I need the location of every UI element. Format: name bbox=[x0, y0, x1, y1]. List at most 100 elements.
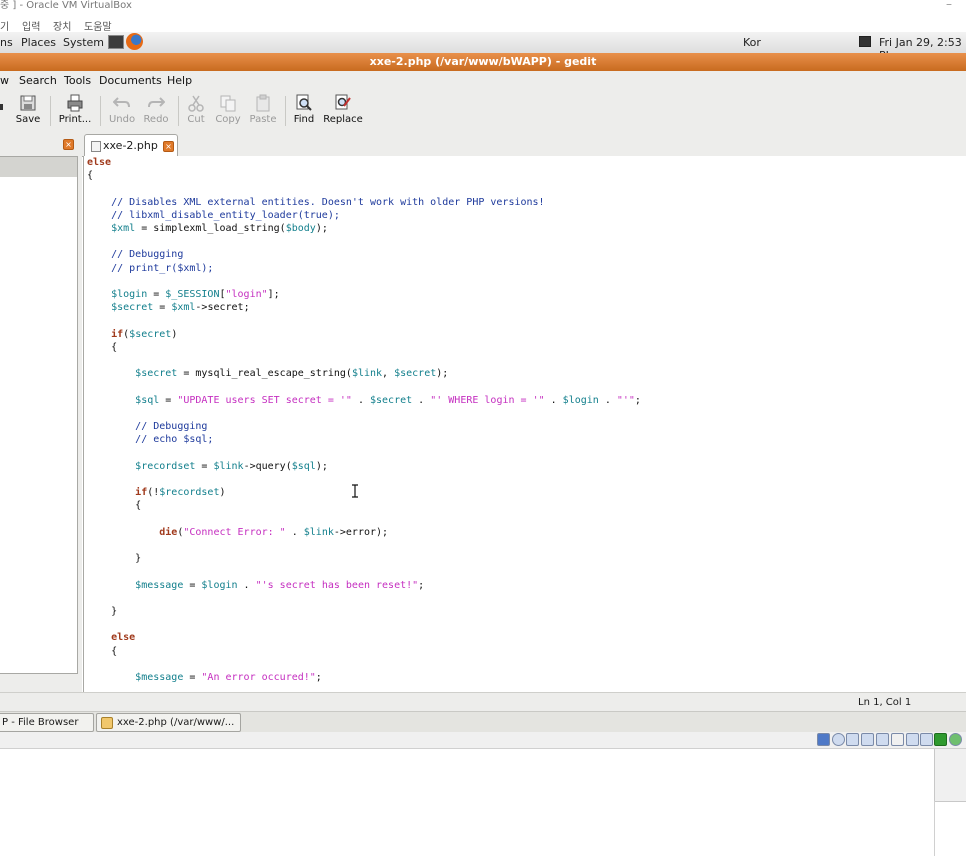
replace-label: Replace bbox=[323, 114, 363, 125]
status-globe-icon[interactable] bbox=[949, 733, 962, 746]
find-replace-icon bbox=[335, 94, 351, 110]
find-label: Find bbox=[293, 114, 315, 125]
code-line[interactable]: die("Connect Error: " . $link->error); bbox=[87, 527, 388, 538]
save-icon bbox=[20, 95, 36, 111]
host-background bbox=[0, 749, 966, 856]
code-line[interactable]: $message = "An error occured!"; bbox=[87, 672, 322, 683]
code-line[interactable]: if(!$recordset) bbox=[87, 487, 225, 498]
network-icon[interactable] bbox=[920, 733, 933, 746]
document-tab-strip: xxe-2.php × bbox=[82, 132, 966, 157]
menu-documents[interactable]: Documents bbox=[99, 74, 162, 87]
paste-button[interactable]: Paste bbox=[247, 94, 279, 125]
host-menu-devices[interactable]: 장치 bbox=[53, 18, 71, 33]
code-line[interactable]: if($secret) bbox=[87, 329, 177, 340]
code-line[interactable]: } bbox=[87, 553, 141, 564]
code-line[interactable]: // Disables XML external entities. Doesn… bbox=[87, 197, 544, 208]
code-line[interactable]: // echo $sql; bbox=[87, 434, 213, 445]
optical-drive-icon[interactable] bbox=[832, 733, 845, 746]
task-file-browser[interactable]: P - File Browser bbox=[0, 713, 94, 732]
usb-icon[interactable] bbox=[846, 733, 859, 746]
cut-label: Cut bbox=[187, 114, 205, 125]
status-bar: Ln 1, Col 1 bbox=[0, 692, 966, 712]
task-gedit[interactable]: xxe-2.php (/var/www/... bbox=[96, 713, 241, 732]
display-icon[interactable] bbox=[891, 733, 904, 746]
code-line[interactable]: else bbox=[87, 632, 135, 643]
panel-system-menu[interactable]: System bbox=[63, 36, 104, 49]
save-label: Save bbox=[15, 114, 41, 125]
gedit-toolbar: Save Print... Undo Redo Cut Copy Paste F… bbox=[0, 90, 966, 133]
host-menu-item[interactable]: 기 bbox=[0, 18, 9, 33]
task-gedit-label: xxe-2.php (/var/www/... bbox=[117, 717, 235, 728]
toolbar-separator bbox=[178, 96, 179, 126]
open-dropdown-icon[interactable] bbox=[0, 104, 3, 110]
code-line[interactable]: $login = $_SESSION["login"]; bbox=[87, 289, 280, 300]
code-line[interactable]: $recordset = $link->query($sql); bbox=[87, 461, 328, 472]
code-line[interactable]: { bbox=[87, 500, 141, 511]
replace-button[interactable]: Replace bbox=[322, 94, 364, 125]
capture-icon[interactable] bbox=[934, 733, 947, 746]
save-button[interactable]: Save bbox=[13, 94, 43, 125]
code-line[interactable]: // libxml_disable_entity_loader(true); bbox=[87, 210, 340, 221]
tab-xxe-2-php[interactable]: xxe-2.php × bbox=[84, 134, 178, 157]
copy-label: Copy bbox=[215, 114, 241, 125]
text-file-icon bbox=[91, 141, 101, 152]
code-line[interactable]: // print_r($xml); bbox=[87, 263, 213, 274]
monitor-icon[interactable] bbox=[906, 733, 919, 746]
side-pane: × bbox=[0, 132, 82, 692]
code-line[interactable]: $sql = "UPDATE users SET secret = '" . $… bbox=[87, 395, 641, 406]
menu-view[interactable]: w bbox=[0, 74, 9, 87]
undo-icon bbox=[113, 97, 130, 108]
code-line[interactable]: { bbox=[87, 646, 117, 657]
panel-places-menu[interactable]: Places bbox=[21, 36, 56, 49]
find-icon bbox=[296, 94, 312, 111]
code-line[interactable]: // Debugging bbox=[87, 249, 183, 260]
gedit-title-bar: xxe-2.php (/var/www/bWAPP) - gedit bbox=[0, 53, 966, 71]
file-browser-selected-row[interactable] bbox=[0, 157, 77, 177]
print-button[interactable]: Print... bbox=[56, 94, 94, 125]
code-line[interactable]: // Debugging bbox=[87, 421, 207, 432]
background-window-edge bbox=[934, 801, 935, 856]
menu-search[interactable]: Search bbox=[19, 74, 57, 87]
vm-info-icon[interactable] bbox=[817, 733, 830, 746]
gedit-app-icon bbox=[101, 717, 113, 729]
code-line[interactable]: { bbox=[87, 170, 93, 181]
panel-applications-menu[interactable]: ns bbox=[0, 36, 13, 49]
undo-button[interactable]: Undo bbox=[106, 94, 138, 125]
code-line[interactable]: else bbox=[87, 157, 111, 168]
copy-button[interactable]: Copy bbox=[213, 94, 243, 125]
background-window bbox=[934, 749, 966, 802]
cursor-position: Ln 1, Col 1 bbox=[858, 697, 912, 708]
code-line[interactable]: } bbox=[87, 606, 117, 617]
redo-button[interactable]: Redo bbox=[140, 94, 172, 125]
file-browser-tree[interactable] bbox=[0, 156, 78, 674]
toolbar-separator bbox=[285, 96, 286, 126]
code-line[interactable]: $message = $login . "'s secret has been … bbox=[87, 580, 424, 591]
code-line[interactable]: $secret = $xml->secret; bbox=[87, 302, 250, 313]
pen-icon[interactable] bbox=[876, 733, 889, 746]
task-file-browser-label: P - File Browser bbox=[2, 717, 79, 728]
network-monitor-icon[interactable] bbox=[859, 36, 871, 47]
menu-tools[interactable]: Tools bbox=[64, 74, 91, 87]
print-label: Print... bbox=[58, 114, 92, 125]
bottom-taskbar: P - File Browser xxe-2.php (/var/www/... bbox=[0, 711, 966, 733]
shared-folders-icon[interactable] bbox=[861, 733, 874, 746]
host-minimize-button[interactable]: – bbox=[946, 0, 952, 10]
host-menu-input[interactable]: 입력 bbox=[22, 18, 40, 33]
code-line[interactable]: $xml = simplexml_load_string($body); bbox=[87, 223, 328, 234]
firefox-launcher-icon[interactable] bbox=[126, 33, 143, 50]
code-editor[interactable]: else { // Disables XML external entities… bbox=[83, 156, 966, 692]
cut-button[interactable]: Cut bbox=[184, 94, 208, 125]
code-line[interactable]: $secret = mysqli_real_escape_string($lin… bbox=[87, 368, 448, 379]
paste-label: Paste bbox=[249, 114, 277, 125]
side-pane-close-icon[interactable]: × bbox=[63, 139, 74, 150]
menu-help[interactable]: Help bbox=[167, 74, 192, 87]
virtualbox-status-strip bbox=[0, 732, 966, 749]
host-menubar: 기 입력 장치 도움말 bbox=[0, 14, 966, 33]
code-text[interactable]: else { // Disables XML external entities… bbox=[87, 156, 641, 684]
terminal-launcher-icon[interactable] bbox=[108, 35, 124, 49]
tab-close-icon[interactable]: × bbox=[163, 141, 174, 152]
input-method-indicator[interactable]: Kor bbox=[743, 36, 761, 49]
code-line[interactable]: { bbox=[87, 342, 117, 353]
find-button[interactable]: Find bbox=[291, 94, 317, 125]
host-menu-help[interactable]: 도움말 bbox=[84, 18, 112, 33]
